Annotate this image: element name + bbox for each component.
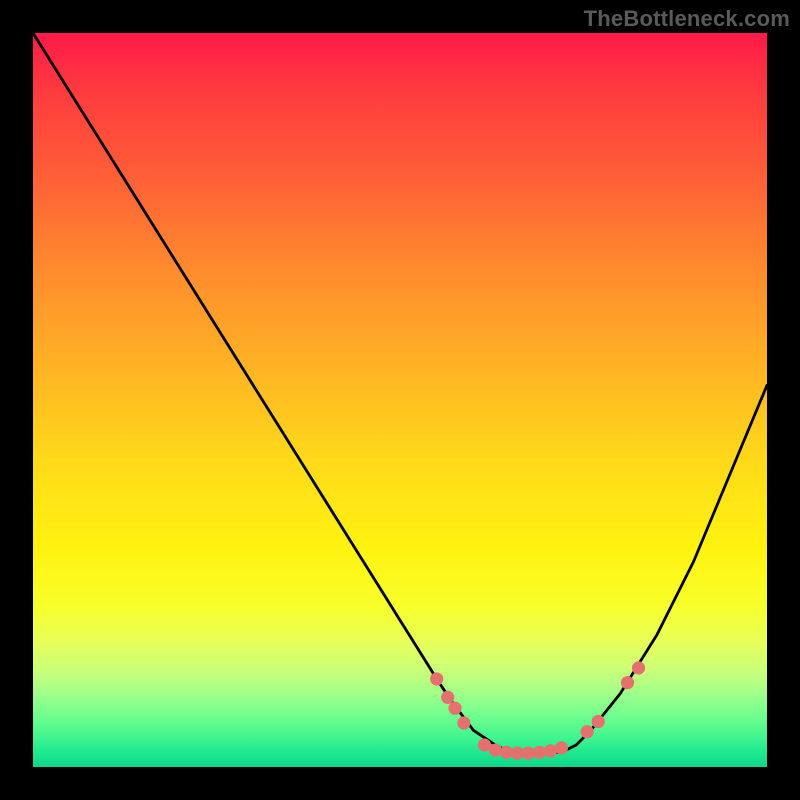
- chart-svg: [33, 33, 767, 767]
- data-point: [592, 715, 605, 728]
- data-point: [632, 661, 645, 674]
- data-point: [621, 676, 634, 689]
- data-point: [441, 691, 454, 704]
- chart-frame: TheBottleneck.com: [0, 0, 800, 800]
- data-point: [457, 716, 470, 729]
- data-point: [430, 672, 443, 685]
- data-point: [448, 702, 461, 715]
- plot-area: [33, 33, 767, 767]
- data-point: [581, 725, 594, 738]
- watermark-text: TheBottleneck.com: [584, 6, 790, 32]
- data-point: [489, 744, 502, 757]
- data-point: [555, 741, 568, 754]
- curve-path: [33, 33, 767, 752]
